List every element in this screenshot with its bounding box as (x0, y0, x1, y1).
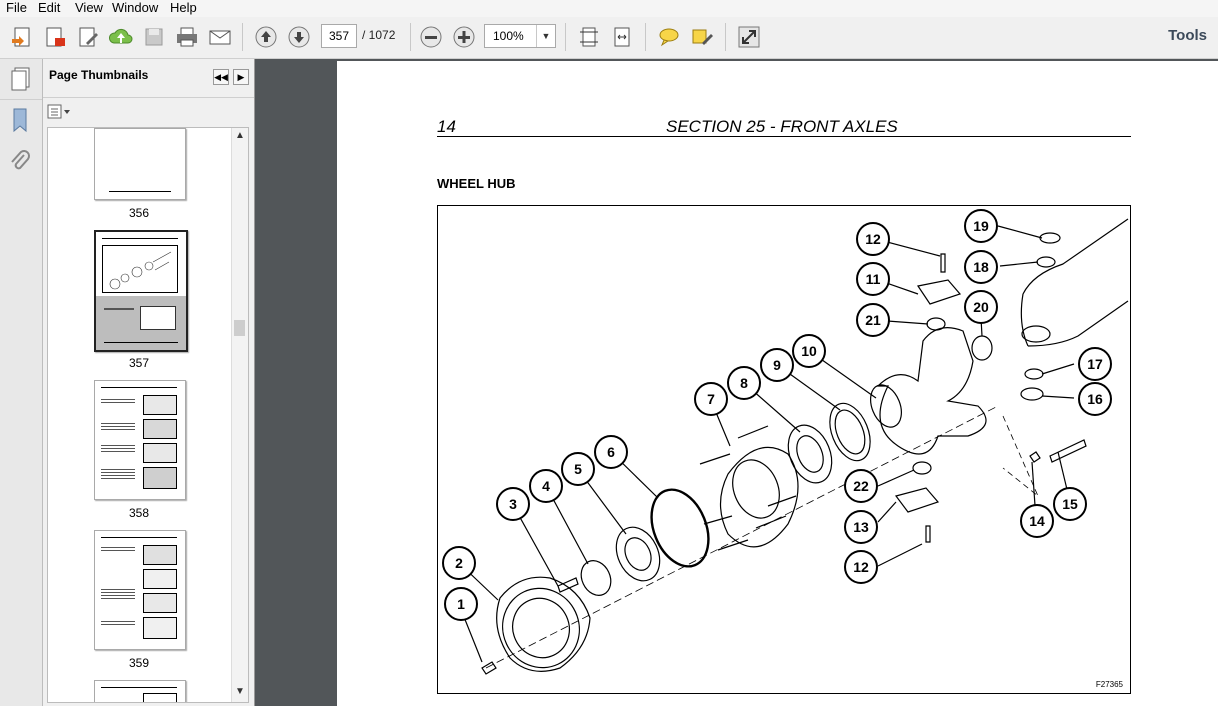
zoom-select[interactable]: 100% ▼ (484, 24, 556, 48)
page-total: / 1072 (362, 28, 396, 42)
callout-20: 20 (964, 290, 998, 324)
print-icon[interactable] (173, 23, 201, 51)
toolbar-divider (410, 23, 411, 51)
highlight-icon[interactable] (688, 23, 716, 51)
menu-view[interactable]: View (75, 0, 103, 16)
menu-window[interactable]: Window (112, 0, 158, 16)
callout-12-lower: 12 (844, 550, 878, 584)
callout-18: 18 (964, 250, 998, 284)
callout-16: 16 (1078, 382, 1112, 416)
fit-width-icon[interactable] (608, 23, 636, 51)
save-icon[interactable] (140, 23, 168, 51)
thumbnails-panel: Page Thumbnails ◀◀ ▶ 356 357 358 359 ▲ ▼ (43, 59, 255, 706)
edit-icon[interactable] (74, 23, 102, 51)
upload-cloud-icon[interactable] (107, 23, 135, 51)
callout-21: 21 (856, 303, 890, 337)
page-number-input[interactable]: 357 (321, 24, 357, 48)
panel-divider (43, 97, 254, 98)
panel-title: Page Thumbnails (49, 68, 149, 82)
menu-help[interactable]: Help (170, 0, 197, 16)
navigation-pane (0, 59, 43, 706)
callout-12-upper: 12 (856, 222, 890, 256)
attachment-icon[interactable] (8, 149, 32, 180)
edit-pdf-icon[interactable] (41, 23, 69, 51)
callout-1: 1 (444, 587, 478, 621)
callout-3: 3 (496, 487, 530, 521)
toolbar-divider (645, 23, 646, 51)
thumbnail-label: 359 (128, 656, 150, 670)
section-heading: WHEEL HUB (437, 176, 516, 191)
thumbnail-options-icon[interactable] (47, 104, 71, 120)
callout-14: 14 (1020, 504, 1054, 538)
callout-15: 15 (1053, 487, 1087, 521)
callout-19: 19 (964, 209, 998, 243)
figure-code: F27365 (1095, 680, 1123, 689)
toolbar-divider (242, 23, 243, 51)
page-header: 14 SECTION 25 - FRONT AXLES (437, 117, 1131, 137)
expand-panel-icon[interactable]: ▶ (233, 69, 249, 85)
callout-6: 6 (594, 435, 628, 469)
bookmark-icon[interactable] (8, 106, 32, 137)
thumbnail-page-selected[interactable] (94, 230, 188, 352)
thumbnail-label: 356 (128, 206, 150, 220)
thumbnail-list[interactable]: 356 357 358 359 ▲ ▼ (47, 127, 249, 703)
create-icon[interactable] (8, 23, 36, 51)
thumbnail-label: 357 (128, 356, 150, 370)
zoom-value: 100% (493, 29, 524, 43)
prev-page-icon[interactable] (252, 23, 280, 51)
callout-13: 13 (844, 510, 878, 544)
thumbnail-scrollbar[interactable]: ▲ ▼ (231, 128, 248, 702)
wheel-hub-drawing (457, 218, 1129, 675)
menu-file[interactable]: File (6, 0, 27, 16)
callout-17: 17 (1078, 347, 1112, 381)
callout-7: 7 (694, 382, 728, 416)
fullscreen-icon[interactable] (735, 23, 763, 51)
callout-10: 10 (792, 334, 826, 368)
menu-bar: File Edit View Window Help (0, 0, 1218, 17)
next-page-icon[interactable] (285, 23, 313, 51)
scroll-down-icon[interactable]: ▼ (235, 686, 245, 697)
zoom-in-icon[interactable] (450, 23, 478, 51)
thumbnail-label: 358 (128, 506, 150, 520)
callout-2: 2 (442, 546, 476, 580)
tools-button[interactable]: Tools (1168, 27, 1207, 44)
thumbnail-page[interactable] (94, 530, 186, 650)
callout-9: 9 (760, 348, 794, 382)
nav-divider (0, 99, 42, 100)
email-icon[interactable] (206, 23, 234, 51)
callout-4: 4 (529, 469, 563, 503)
pdf-page: 14 SECTION 25 - FRONT AXLES WHEEL HUB 1 … (337, 61, 1218, 706)
page-thumbnails-icon[interactable] (8, 65, 34, 94)
thumbnail-page[interactable] (94, 680, 186, 702)
toolbar: 357 / 1072 100% ▼ Tools (0, 17, 1218, 59)
page-number: 14 (437, 117, 456, 136)
exploded-diagram: 1 2 3 4 5 6 7 8 9 10 11 12 12 13 14 15 1… (437, 205, 1131, 694)
comment-icon[interactable] (655, 23, 683, 51)
section-title: SECTION 25 - FRONT AXLES (666, 117, 898, 136)
callout-5: 5 (561, 452, 595, 486)
callout-22: 22 (844, 469, 878, 503)
toolbar-divider (725, 23, 726, 51)
callout-11: 11 (856, 262, 890, 296)
scrollbar-thumb[interactable] (234, 320, 245, 336)
collapse-panel-icon[interactable]: ◀◀ (213, 69, 229, 85)
document-viewer[interactable]: 14 SECTION 25 - FRONT AXLES WHEEL HUB 1 … (255, 59, 1218, 706)
thumbnail-page[interactable] (94, 128, 186, 200)
chevron-down-icon[interactable]: ▼ (536, 25, 555, 47)
callout-8: 8 (727, 366, 761, 400)
toolbar-divider (565, 23, 566, 51)
zoom-out-icon[interactable] (417, 23, 445, 51)
scroll-up-icon[interactable]: ▲ (235, 130, 245, 141)
fit-page-icon[interactable] (575, 23, 603, 51)
menu-edit[interactable]: Edit (38, 0, 60, 16)
thumbnail-page[interactable] (94, 380, 186, 500)
